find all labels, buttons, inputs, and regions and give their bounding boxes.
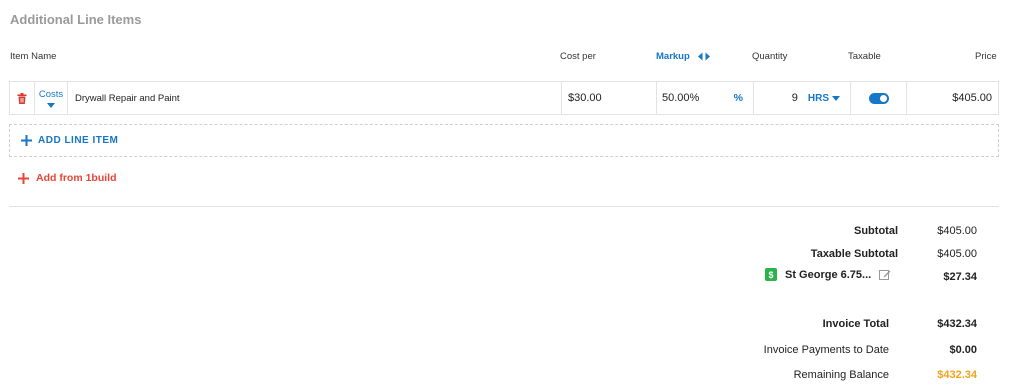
- add-line-item-area: ADD LINE ITEM: [9, 124, 999, 157]
- markup-field[interactable]: 50.00% %: [657, 82, 754, 114]
- plus-icon: [18, 172, 29, 184]
- invoice-total-value: $432.34: [937, 318, 977, 330]
- swap-arrows-icon[interactable]: [697, 52, 710, 61]
- header-item-name: Item Name: [10, 51, 57, 62]
- caret-down-icon: [47, 102, 55, 108]
- line-item-row: Costs Drywall Repair and Paint $30.00 50…: [9, 81, 999, 115]
- add-from-1build-button[interactable]: Add from 1build: [18, 172, 117, 184]
- tax-rate-icon: $: [765, 268, 777, 281]
- subtotal-label: Subtotal: [854, 225, 898, 237]
- remaining-value: $432.34: [937, 369, 977, 381]
- category-select[interactable]: Costs: [35, 82, 68, 114]
- taxable-subtotal-value: $405.00: [937, 248, 977, 260]
- tax-value: $27.34: [943, 271, 977, 283]
- markup-unit[interactable]: %: [734, 92, 743, 104]
- subtotal-value: $405.00: [937, 225, 977, 237]
- payments-label: Invoice Payments to Date: [763, 344, 889, 356]
- tax-rate-row: $ St George 6.75...: [765, 268, 891, 281]
- trash-icon[interactable]: [17, 92, 27, 104]
- category-label: Costs: [38, 88, 64, 100]
- header-quantity: Quantity: [752, 51, 788, 62]
- plus-icon: [21, 135, 32, 146]
- quantity-value: 9: [791, 92, 798, 104]
- delete-cell[interactable]: [10, 82, 35, 114]
- edit-icon[interactable]: [879, 269, 891, 281]
- payments-value: $0.00: [949, 344, 977, 356]
- add-from-1build-label: Add from 1build: [36, 172, 117, 184]
- price-cell: $405.00: [907, 82, 998, 114]
- taxable-subtotal-label: Taxable Subtotal: [810, 248, 898, 260]
- price-value: $405.00: [952, 92, 992, 104]
- section-title: Additional Line Items: [10, 12, 142, 27]
- header-markup[interactable]: Markup: [656, 51, 710, 62]
- item-name-field[interactable]: Drywall Repair and Paint: [68, 82, 562, 114]
- svg-text:$: $: [768, 270, 773, 280]
- cost-per-field[interactable]: $30.00: [562, 82, 657, 114]
- caret-down-icon[interactable]: [832, 95, 840, 101]
- taxable-cell: [851, 82, 907, 114]
- header-markup-label: Markup: [656, 51, 690, 62]
- add-line-item-button[interactable]: ADD LINE ITEM: [21, 135, 118, 146]
- divider: [9, 206, 999, 207]
- invoice-total-label: Invoice Total: [822, 318, 889, 330]
- header-cost-per: Cost per: [560, 51, 596, 62]
- taxable-toggle[interactable]: [868, 92, 889, 104]
- cost-per-value: $30.00: [568, 92, 602, 104]
- unit-select[interactable]: HRS: [808, 93, 829, 104]
- tax-name[interactable]: St George 6.75...: [785, 269, 871, 281]
- quantity-field[interactable]: 9 HRS: [754, 82, 851, 114]
- markup-value: 50.00%: [662, 92, 700, 104]
- remaining-label: Remaining Balance: [793, 369, 889, 381]
- item-name-value: Drywall Repair and Paint: [75, 92, 180, 104]
- header-price: Price: [975, 51, 997, 62]
- add-line-item-label: ADD LINE ITEM: [38, 135, 119, 146]
- header-taxable: Taxable: [848, 51, 881, 62]
